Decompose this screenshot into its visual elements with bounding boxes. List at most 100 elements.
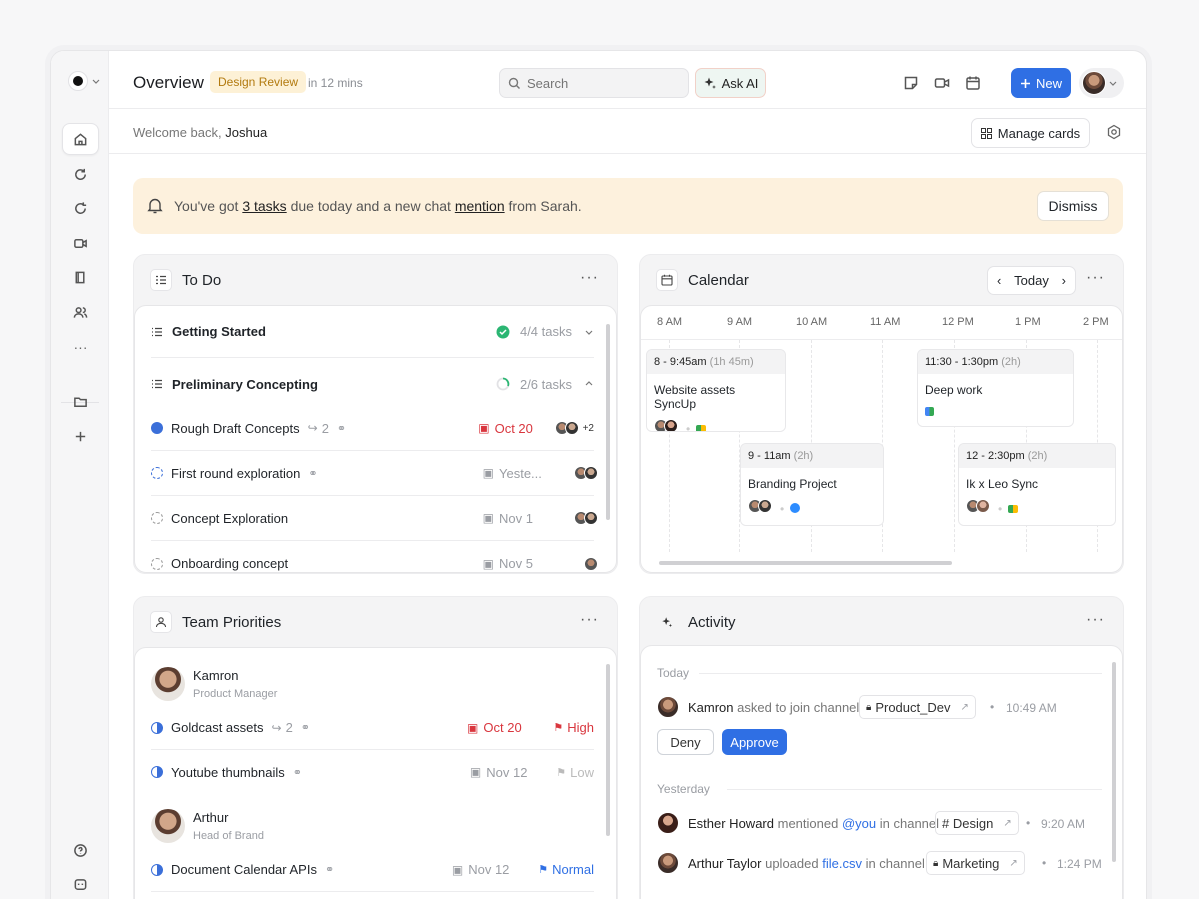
settings-icon[interactable] (1106, 124, 1122, 140)
more-icon[interactable]: ··· (62, 331, 99, 363)
tasks-link[interactable]: 3 tasks (242, 198, 286, 214)
team-more-icon[interactable]: ··· (580, 611, 599, 629)
chat-icon[interactable] (62, 868, 99, 899)
todo-scrollbar[interactable] (606, 324, 610, 520)
avatar (976, 499, 990, 513)
hour-label: 10 AM (796, 316, 828, 328)
event-badge[interactable]: Design Review (210, 71, 307, 93)
calendar-timeline: 8 AM 9 AM 10 AM 11 AM 12 PM 1 PM 2 PM 8 … (640, 305, 1123, 573)
task-row[interactable]: Youtube thumbnails ⚭ ▣ Nov 12 ⚑ Low (151, 750, 594, 794)
prev-arrow-icon[interactable]: ‹ (997, 273, 1001, 288)
task-group[interactable]: Getting Started 4/4 tasks (151, 306, 594, 358)
list-icon (152, 327, 162, 336)
group-name: Getting Started (172, 324, 266, 339)
activity-more-icon[interactable]: ··· (1086, 611, 1105, 629)
search-box[interactable] (499, 68, 689, 98)
workspace-switcher[interactable] (68, 71, 100, 91)
history-icon[interactable] (62, 158, 99, 190)
help-icon[interactable] (62, 834, 99, 866)
banner-text: You've got 3 tasks due today and a new c… (174, 198, 582, 214)
calendar-scrollbar[interactable] (659, 561, 952, 565)
team-scrollbar[interactable] (606, 664, 610, 836)
calendar-event[interactable]: 11:30 - 1:30pm (2h) Deep work (917, 349, 1074, 427)
avatar (664, 419, 678, 431)
event-duration: (1h 45m) (709, 356, 754, 368)
task-row[interactable]: Goldcast assets ↪ 2 ⚭ ▣ Oct 20 ⚑ High (151, 706, 594, 750)
activity-scrollbar[interactable] (1112, 662, 1116, 862)
calendar-icon[interactable] (965, 75, 981, 91)
task-name: First round exploration (171, 465, 301, 481)
add-icon[interactable] (62, 420, 99, 452)
task-row[interactable]: Onboarding concept ▣ Nov 5 (151, 541, 598, 572)
note-icon[interactable] (903, 75, 919, 91)
subtask-count: 2 (321, 420, 329, 436)
new-button[interactable]: New (1011, 68, 1071, 98)
status-icon[interactable] (151, 721, 163, 734)
priority[interactable]: High (567, 720, 594, 735)
mention-link[interactable]: mention (455, 198, 505, 214)
calendar-more-icon[interactable]: ··· (1086, 269, 1105, 287)
calendar-event[interactable]: 12 - 2:30pm (2h) Ik x Leo Sync • (958, 443, 1116, 526)
folder-icon[interactable] (62, 385, 99, 417)
status-icon[interactable] (151, 766, 163, 778)
book-icon[interactable] (62, 261, 99, 293)
calendar-event[interactable]: 8 - 9:45am (1h 45m) Website assets SyncU… (646, 349, 786, 432)
link-icon: ⚭ (336, 422, 347, 435)
next-arrow-icon[interactable]: › (1062, 273, 1066, 288)
lock-icon: 🔒︎ (866, 701, 872, 713)
today-button[interactable]: Today (1014, 273, 1049, 288)
activity-time: 1:24 PM (1057, 857, 1102, 871)
task-date: Yeste... (499, 465, 542, 481)
person-role: Product Manager (193, 688, 278, 700)
chevron-up-icon[interactable] (584, 379, 594, 389)
dismiss-button[interactable]: Dismiss (1037, 191, 1109, 221)
event-title: Website assets SyncUp (654, 383, 736, 411)
task-row[interactable]: Concept Exploration ▣ Nov 1 (151, 496, 598, 541)
person-name: Kamron (193, 668, 239, 683)
person-role: Head of Brand (193, 830, 264, 842)
manage-cards-button[interactable]: Manage cards (971, 118, 1090, 148)
deny-button[interactable]: Deny (657, 729, 714, 755)
todo-icon[interactable] (151, 557, 163, 570)
users-icon[interactable] (62, 296, 99, 328)
search-input[interactable] (527, 75, 677, 91)
event-title: Ik x Leo Sync (966, 477, 1039, 491)
calendar-icon: ▣ (482, 511, 494, 525)
check-circle-icon (496, 325, 510, 338)
channel-chip[interactable]: 🔒︎ Marketing ↗ (926, 851, 1025, 875)
chevron-down-icon[interactable] (584, 327, 594, 337)
avatar (151, 809, 185, 843)
priority[interactable]: Normal (552, 862, 594, 877)
calendar-icon: ▣ (482, 556, 494, 571)
calendar-title: Calendar (688, 271, 749, 289)
task-row[interactable]: Rough Draft Concepts ↪ 2 ⚭ ▣ Oct 20 +2 (151, 406, 594, 451)
approve-button[interactable]: Approve (722, 729, 787, 755)
channel-chip[interactable]: 🔒︎ Product_Dev ↗ (859, 695, 976, 719)
channel-chip[interactable]: # Design ↗ (935, 811, 1019, 835)
priority[interactable]: Low (570, 765, 594, 780)
todo-icon[interactable] (151, 512, 163, 524)
ask-ai-button[interactable]: Ask AI (695, 68, 766, 98)
calendar-event[interactable]: 9 - 11am (2h) Branding Project • (740, 443, 884, 526)
status-icon[interactable] (151, 863, 163, 876)
task-row[interactable]: First round exploration ⚭ ▣ Yeste... (151, 451, 598, 496)
event-title: Deep work (925, 383, 983, 397)
home-icon[interactable] (62, 123, 99, 155)
task-row[interactable]: Document Calendar APIs ⚭ ▣ Nov 12 ⚑ Norm… (151, 848, 594, 892)
video-call-icon[interactable] (934, 75, 950, 91)
flag-icon: ⚑ (556, 766, 567, 779)
task-date: Oct 20 (483, 720, 522, 735)
refresh-icon[interactable] (62, 192, 99, 224)
progress-ring-icon (496, 377, 510, 391)
top-bar: Overview Design Review in 12 mins Ask AI… (109, 51, 1146, 109)
todo-more-icon[interactable]: ··· (580, 269, 599, 287)
grid-icon (980, 127, 992, 139)
avatar (151, 667, 185, 701)
bell-icon (147, 198, 163, 214)
in-progress-icon[interactable] (151, 467, 163, 479)
video-icon[interactable] (62, 227, 99, 259)
task-group[interactable]: Preliminary Concepting 2/6 tasks (151, 358, 594, 410)
profile-menu[interactable] (1079, 68, 1124, 98)
hour-label: 9 AM (727, 316, 753, 328)
done-icon[interactable] (151, 422, 163, 434)
